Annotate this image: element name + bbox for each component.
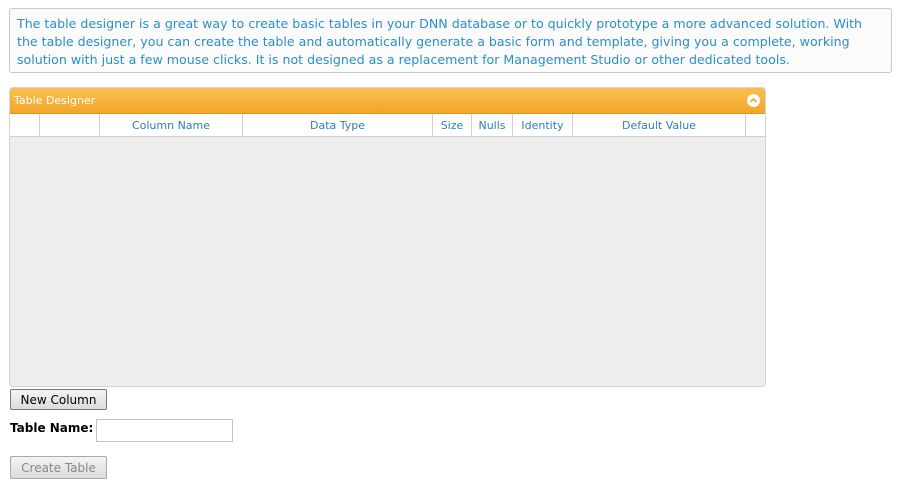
- column-header-default-value: Default Value: [573, 114, 746, 136]
- column-header-data-type: Data Type: [243, 114, 433, 136]
- table-name-input[interactable]: [96, 419, 233, 442]
- panel-title: Table Designer: [14, 94, 96, 107]
- column-header-actions: [40, 114, 100, 136]
- new-column-button[interactable]: New Column: [10, 389, 107, 410]
- column-header-select: [10, 114, 40, 136]
- column-header-size: Size: [433, 114, 472, 136]
- column-header-nulls: Nulls: [472, 114, 513, 136]
- column-header-identity: Identity: [513, 114, 573, 136]
- column-header-column-name: Column Name: [100, 114, 243, 136]
- collapse-button[interactable]: [747, 94, 760, 107]
- column-header-row: Column Name Data Type Size Nulls Identit…: [10, 114, 765, 137]
- panel-header: Table Designer: [10, 88, 765, 114]
- column-header-spacer: [746, 114, 765, 136]
- grid-body: [10, 137, 765, 386]
- info-message: The table designer is a great way to cre…: [9, 8, 892, 73]
- table-designer-panel: Table Designer Column Name Data Type Siz…: [9, 87, 766, 387]
- create-table-button[interactable]: Create Table: [10, 456, 107, 479]
- table-name-label: Table Name:: [10, 421, 94, 435]
- chevron-up-icon: [749, 97, 758, 103]
- info-text: The table designer is a great way to cre…: [17, 16, 863, 67]
